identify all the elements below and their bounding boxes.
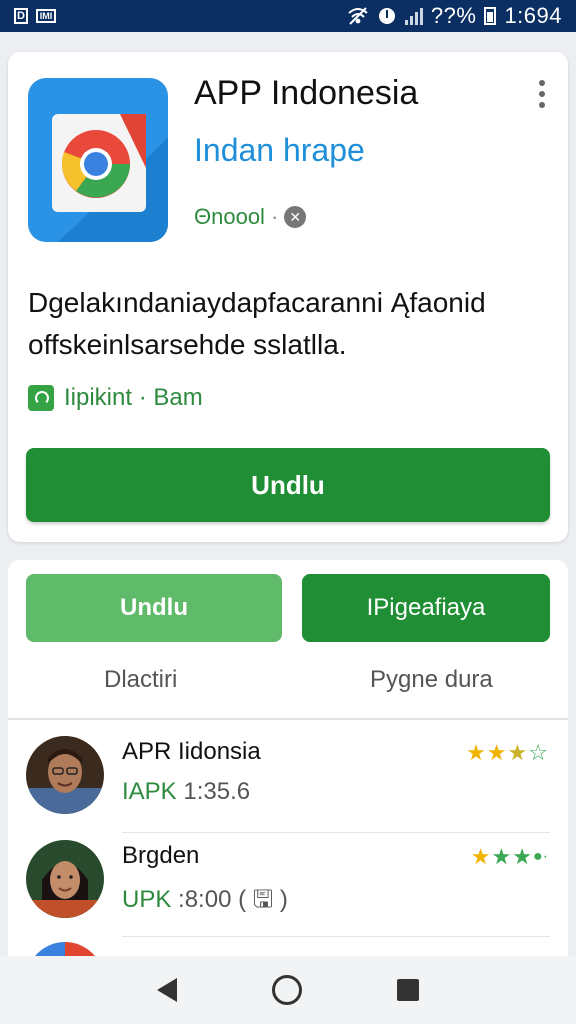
tab-page[interactable]: Pygne dura: [370, 666, 493, 694]
review-meta-key: UPK: [122, 886, 172, 913]
list-item[interactable]: APR Iidonsia IAPK 1:35.6 ★ ★ ★ ☆: [26, 736, 550, 836]
wifi-icon: [348, 7, 368, 25]
star-icon: ★: [507, 740, 528, 765]
divider: [122, 832, 550, 833]
recent-apps-icon[interactable]: [396, 979, 419, 1001]
star-icon: ●·: [533, 848, 548, 865]
star-icon: ☆: [528, 740, 548, 765]
review-meta: UPK :8:00 ( 🖫 ): [122, 882, 288, 923]
alarm-icon: [378, 8, 395, 24]
signal-icon: [404, 7, 423, 25]
review-meta-value: :8:00 ( 🖫 ): [178, 886, 288, 913]
star-icon: ★: [466, 740, 486, 765]
open-page-button[interactable]: IPigeafiaya: [302, 574, 550, 642]
home-icon[interactable]: [271, 975, 302, 1005]
app-tagline[interactable]: Iipikint · Bam: [28, 384, 203, 412]
meta-separator: ·: [270, 204, 279, 229]
notification-d-icon: D: [14, 8, 28, 24]
more-options-icon[interactable]: [538, 80, 546, 108]
battery-percent: ??%: [430, 3, 477, 28]
app-meta-text: Θnoool: [194, 204, 265, 229]
avatar: [26, 736, 104, 814]
app-meta: Θnoool · ✕: [194, 204, 307, 230]
app-logo-icon[interactable]: [28, 78, 168, 242]
review-meta-key: IAPK: [122, 778, 177, 805]
review-meta-value: 1:35.6: [183, 778, 251, 805]
review-name: APR Iidonsia: [122, 738, 261, 765]
review-meta: IAPK 1:35.6: [122, 778, 250, 806]
rating-stars: ★ ★ ★ ●·: [471, 844, 548, 870]
tab-divider: [8, 718, 568, 720]
tagline-text: Iipikint · Bam: [64, 384, 203, 411]
divider: [122, 936, 550, 937]
review-name: Brgden: [122, 842, 200, 869]
details-card: Undlu IPigeafiaya Dlactiri Pygne dura AP…: [8, 560, 568, 1020]
notification-image-icon: IMI: [36, 9, 56, 23]
avatar: [26, 840, 104, 918]
tab-details[interactable]: Dlactiri: [104, 666, 177, 694]
list-item[interactable]: Brgden UPK :8:00 ( 🖫 ) ★ ★ ★ ●·: [26, 840, 550, 940]
clock: 1:694: [504, 3, 562, 28]
battery-icon: [484, 7, 497, 25]
navigation-bar: [0, 956, 576, 1024]
tools-icon: ✕: [284, 206, 307, 228]
download-button[interactable]: Undlu: [26, 574, 282, 642]
star-icon: ★: [486, 740, 507, 765]
back-icon[interactable]: [157, 978, 178, 1002]
app-developer-link[interactable]: Indan hrape: [194, 132, 365, 169]
star-icon: ★: [491, 844, 512, 869]
install-button[interactable]: Undlu: [26, 448, 550, 522]
edit-tag-icon: [28, 385, 54, 411]
star-icon: ★: [512, 844, 532, 869]
app-description: Dgelakındaniaydapfacaranni Ąfaonid offsk…: [28, 287, 486, 360]
app-title: APP Indonesia: [194, 74, 419, 112]
status-bar: D IMI ??% 1:694: [0, 0, 576, 32]
app-card: APP Indonesia Indan hrape Θnoool · ✕ Dge…: [8, 52, 568, 542]
star-icon: ★: [470, 844, 491, 869]
rating-stars: ★ ★ ★ ☆: [466, 740, 548, 766]
